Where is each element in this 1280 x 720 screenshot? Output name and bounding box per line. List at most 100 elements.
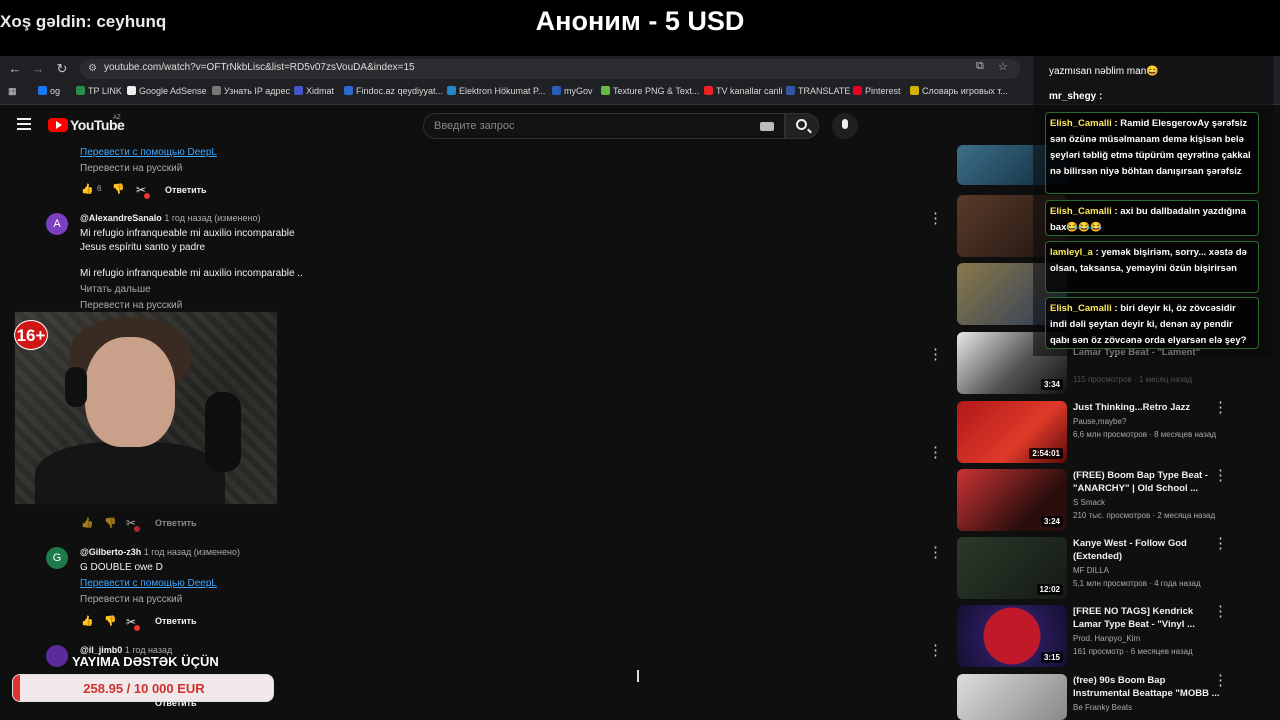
channel-name[interactable]: Pause,maybe? xyxy=(1073,417,1126,426)
video-duration: 3:15 xyxy=(1040,652,1063,663)
video-more-icon[interactable] xyxy=(1213,398,1228,416)
comment-text: G DOUBLE owe D xyxy=(80,562,163,573)
chat-message: Elish_Camalli : biri deyir ki, öz zövcəs… xyxy=(1045,297,1259,349)
install-icon[interactable]: ⧉ xyxy=(976,60,984,73)
comment-more-icon[interactable] xyxy=(928,345,943,363)
video-meta: 210 тыс. просмотров · 2 месяца назад xyxy=(1073,511,1216,520)
forward-icon[interactable]: → xyxy=(29,60,47,78)
comment-text-line: Jesus espíritu santo y padre xyxy=(80,242,206,253)
translate-deepl-link[interactable]: Перевести с помощью DeepL xyxy=(80,578,217,589)
like-icon[interactable]: 👍 xyxy=(81,616,93,627)
donation-goal-label: YAYIMA DƏSTƏK ÜÇÜN xyxy=(72,654,219,669)
region-code: AZ xyxy=(113,115,121,121)
video-thumbnail[interactable]: 12:02 xyxy=(957,537,1067,599)
keyboard-icon[interactable] xyxy=(760,122,774,131)
video-title[interactable]: Just Thinking...Retro Jazz xyxy=(1073,401,1223,414)
video-thumbnail[interactable]: 3:15 xyxy=(957,605,1067,667)
comment-more-icon[interactable] xyxy=(928,543,943,561)
video-more-icon[interactable] xyxy=(1213,534,1228,552)
like-icon[interactable]: 👍 xyxy=(81,184,93,195)
video-thumbnail[interactable]: 2:54:01 xyxy=(957,401,1067,463)
video-more-icon[interactable] xyxy=(1213,671,1228,689)
video-title[interactable]: Kanye West - Follow God (Extended) xyxy=(1073,537,1223,563)
video-thumbnail[interactable] xyxy=(957,674,1067,720)
donation-goal-bar: 258.95 / 10 000 EUR xyxy=(12,674,274,702)
comment-text-line: Mi refugio infranqueable mi auxilio inco… xyxy=(80,228,295,239)
search-button[interactable] xyxy=(785,113,819,139)
channel-name[interactable]: Prod. Hanpyo_Kim xyxy=(1073,634,1140,643)
avatar[interactable]: A xyxy=(46,213,68,235)
read-more-link[interactable]: Читать дальше xyxy=(80,284,151,295)
bookmark-item[interactable]: TP LINK xyxy=(76,86,122,96)
video-meta: 115 просмотров · 1 месяц назад xyxy=(1073,375,1193,384)
studio-mic-icon xyxy=(205,392,241,472)
comment-author[interactable]: @AlexandreSanalo 1 год назад (изменено) xyxy=(80,213,261,223)
dislike-icon[interactable]: 👎 xyxy=(104,616,116,627)
bookmark-item[interactable]: Google AdSense xyxy=(127,86,207,96)
reply-button[interactable]: Ответить xyxy=(165,185,207,195)
video-title[interactable]: [FREE NO TAGS] Kendrick Lamar Type Beat … xyxy=(1073,605,1223,631)
comment-author[interactable]: @Gilberto-z3h 1 год назад (изменено) xyxy=(80,547,240,557)
hamburger-menu-icon[interactable] xyxy=(17,118,31,130)
chat-message: Elish_Camalli : axi bu dallbadalın yazdı… xyxy=(1045,200,1259,236)
dislike-icon[interactable]: 👎 xyxy=(112,184,124,195)
search-input[interactable]: Введите запрос xyxy=(423,113,785,139)
dislike-icon[interactable]: 👎 xyxy=(104,518,116,529)
comment-more-icon[interactable] xyxy=(928,209,943,227)
reply-button[interactable]: Ответить xyxy=(155,616,197,626)
translate-russian-link[interactable]: Перевести на русский xyxy=(80,594,182,605)
text-cursor-icon xyxy=(637,670,639,682)
video-duration: 2:54:01 xyxy=(1029,448,1063,459)
like-icon[interactable]: 👍 xyxy=(81,518,93,529)
back-icon[interactable]: ← xyxy=(6,60,24,78)
reload-icon[interactable]: ↻ xyxy=(53,60,71,78)
video-meta: 6,6 млн просмотров · 8 месяцев назад xyxy=(1073,430,1217,439)
bookmark-item[interactable]: Elektron Hökumat P... xyxy=(447,86,545,96)
translate-russian-link[interactable]: Перевести на русский xyxy=(80,163,182,174)
video-more-icon[interactable] xyxy=(1213,602,1228,620)
channel-name[interactable]: Be Franky Beats xyxy=(1073,703,1132,712)
bookmark-item[interactable]: Findoc.az qeydiyyat... xyxy=(344,86,443,96)
url-field[interactable]: ⚙ youtube.com/watch?v=OFTrNkbLisc&list=R… xyxy=(80,59,1020,79)
search-placeholder: Введите запрос xyxy=(434,120,515,132)
voice-search-button[interactable] xyxy=(832,113,858,139)
apps-icon[interactable]: ▦ xyxy=(8,86,17,97)
bookmark-item[interactable]: Texture PNG & Text... xyxy=(601,86,699,96)
comment-more-icon[interactable] xyxy=(928,641,943,659)
video-more-icon[interactable] xyxy=(1213,466,1228,484)
video-thumbnail[interactable]: 3:24 xyxy=(957,469,1067,531)
site-info-icon[interactable]: ⚙ xyxy=(88,63,97,74)
comment-more-icon[interactable] xyxy=(928,443,943,461)
bookmark-item[interactable]: Узнать IP адрес xyxy=(212,86,290,96)
bookmark-item[interactable]: myGov xyxy=(552,86,593,96)
bookmark-item[interactable]: TV kanallar canli xyxy=(704,86,783,96)
bookmark-item[interactable]: Словарь игровых т... xyxy=(910,86,1008,96)
chat-username: Elish_Camalli xyxy=(1050,206,1112,217)
video-duration: 3:34 xyxy=(1040,379,1063,390)
donation-alert: Аноним - 5 USD xyxy=(535,6,745,36)
reply-button[interactable]: Ответить xyxy=(155,518,197,528)
channel-name[interactable]: S Smack xyxy=(1073,498,1105,507)
translate-deepl-link[interactable]: Перевести с помощью DeepL xyxy=(80,147,217,158)
video-meta: 161 просмотр · 6 месяцев назад xyxy=(1073,647,1193,656)
bookmark-item[interactable]: Pinterest xyxy=(853,86,901,96)
webcam-person-face xyxy=(85,337,175,447)
avatar[interactable] xyxy=(46,645,68,667)
video-meta: 5,1 млн просмотров · 4 года назад xyxy=(1073,579,1201,588)
bookmark-star-icon[interactable]: ☆ xyxy=(998,60,1008,73)
bookmark-item[interactable]: og xyxy=(38,86,60,96)
bookmark-item[interactable]: TRANSLATE xyxy=(786,86,850,96)
chat-username: Elish_Camalli xyxy=(1050,118,1112,129)
chat-line: yazmısan nəblim man😄 xyxy=(1049,66,1159,77)
headset-icon xyxy=(65,367,87,407)
streamer-webcam xyxy=(13,310,279,506)
bookmark-item[interactable]: Xidmat xyxy=(294,86,334,96)
channel-name[interactable]: MF DILLA xyxy=(1073,566,1109,575)
url-text: youtube.com/watch?v=OFTrNkbLisc&list=RD5… xyxy=(104,62,415,73)
youtube-logo-icon[interactable] xyxy=(48,118,68,132)
chat-username: mr_shegy : xyxy=(1049,91,1103,102)
like-count: 6 xyxy=(97,184,102,193)
video-title[interactable]: (free) 90s Boom Bap Instrumental Beattap… xyxy=(1073,674,1223,700)
video-title[interactable]: (FREE) Boom Bap Type Beat - "ANARCHY" | … xyxy=(1073,469,1223,495)
avatar[interactable]: G xyxy=(46,547,68,569)
